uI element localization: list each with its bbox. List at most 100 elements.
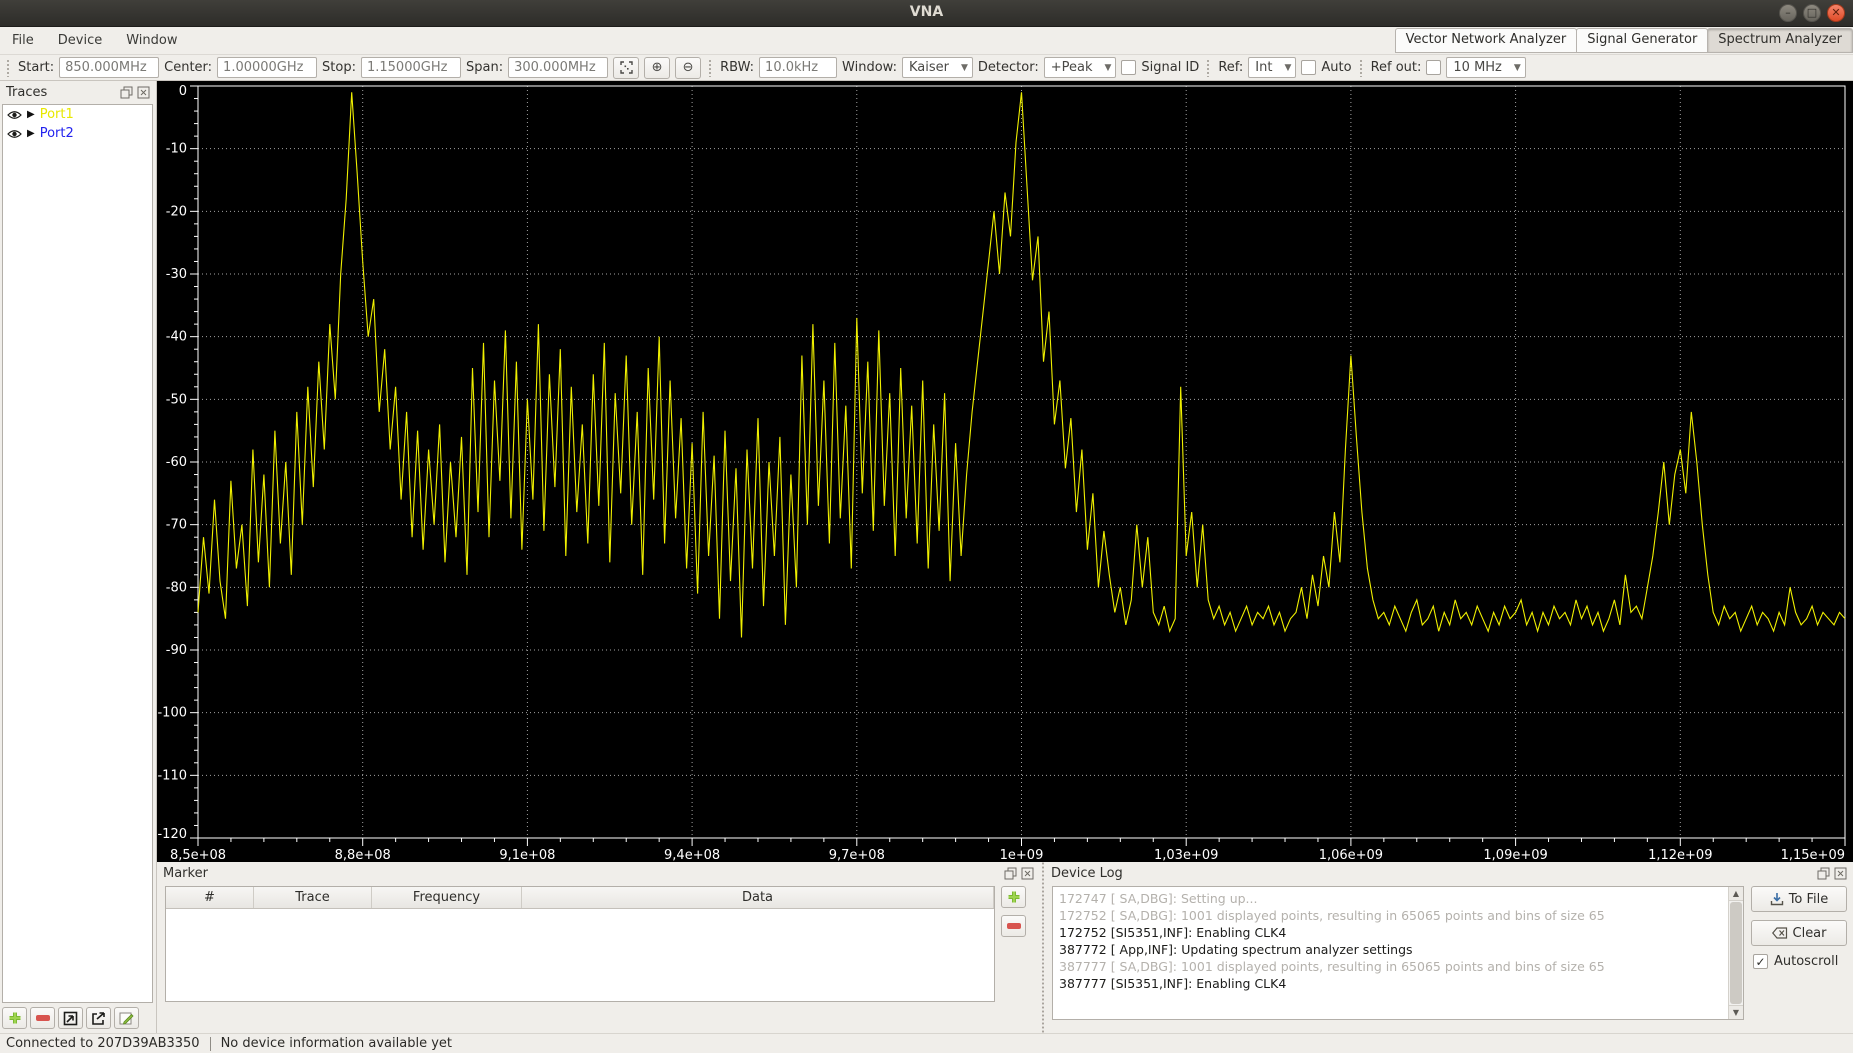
marker-panel: Marker # Trace Frequency Data — [157, 862, 1040, 1033]
pencil-icon — [119, 1012, 134, 1025]
close-panel-icon[interactable] — [1834, 867, 1847, 880]
y-axis-tick-label: -120 — [157, 827, 187, 842]
zoom-out-icon[interactable]: ⊖ — [675, 56, 702, 79]
device-log-header[interactable]: Device Log — [1045, 862, 1853, 884]
y-axis-tick-label: -100 — [157, 706, 187, 721]
trace-name: Port1 — [39, 107, 74, 122]
window-arrow-icon — [63, 1011, 78, 1025]
log-entry: 387772 [ App,INF]: Updating spectrum ana… — [1059, 942, 1413, 957]
marker-column-data[interactable]: Data — [522, 887, 994, 908]
marker-column-frequency[interactable]: Frequency — [372, 887, 522, 908]
minimize-icon[interactable]: – — [1779, 4, 1797, 22]
x-axis-tick-label: 1,12e+09 — [1648, 848, 1712, 862]
tab-spectrum-analyzer[interactable]: Spectrum Analyzer — [1707, 28, 1853, 53]
log-to-file-button[interactable]: To File — [1751, 886, 1847, 912]
tab-signal-generator[interactable]: Signal Generator — [1576, 28, 1709, 53]
toolbar-drag-handle[interactable] — [1358, 58, 1364, 77]
center-label: Center: — [164, 60, 213, 75]
menu-item-device[interactable]: Device — [46, 29, 114, 52]
status-separator — [209, 1036, 211, 1051]
device-info-status: No device information available yet — [220, 1036, 452, 1051]
log-entry: 387777 [ SA,DBG]: 1001 displayed points,… — [1059, 959, 1605, 974]
detector-select[interactable]: +Peak ▼ — [1043, 57, 1117, 78]
autoscroll-label: Autoscroll — [1774, 954, 1839, 969]
toolbar-drag-handle[interactable] — [6, 58, 11, 77]
device-log-panel: Device Log 172747 [ SA,DBG]: Setting up.… — [1045, 862, 1853, 1033]
window-label: Window: — [842, 60, 897, 75]
maximize-icon[interactable]: □ — [1803, 4, 1821, 22]
eye-icon[interactable] — [7, 110, 22, 120]
edit-trace-button[interactable] — [114, 1007, 139, 1029]
y-axis-tick-label: -70 — [166, 518, 187, 533]
spectrum-plot[interactable]: 0 -10 -20 -30 -40 -50 -60 -70 -80 -90 -100 -110 -120… — [157, 81, 1853, 863]
stop-label: Stop: — [322, 60, 356, 75]
vna-application-window: VNA – □ ✕ File Device Window Vector Networ… — [0, 0, 1853, 1053]
signal-id-checkbox[interactable] — [1121, 60, 1137, 75]
ref-out-freq-value: 10 MHz — [1453, 60, 1502, 75]
span-full-icon[interactable] — [613, 56, 640, 79]
device-log-list[interactable]: 172747 [ SA,DBG]: Setting up... 172752 [ … — [1052, 886, 1744, 1020]
menu-item-file[interactable]: File — [0, 29, 46, 52]
remove-trace-button[interactable] — [30, 1007, 55, 1029]
toolbar-drag-handle[interactable] — [1206, 58, 1212, 77]
float-panel-icon[interactable] — [1004, 867, 1017, 880]
x-axis-tick-label: 1,03e+09 — [1154, 848, 1218, 862]
float-panel-icon[interactable] — [120, 86, 133, 99]
x-axis-tick-label: 1e+09 — [1000, 848, 1044, 862]
tab-vector-network-analyzer[interactable]: Vector Network Analyzer — [1394, 28, 1578, 53]
marker-column-trace[interactable]: Trace — [254, 887, 372, 908]
close-icon[interactable]: ✕ — [1827, 4, 1845, 22]
span-input[interactable]: 300.000MHz — [508, 57, 609, 78]
menu-item-window[interactable]: Window — [114, 29, 189, 52]
marker-panel-header[interactable]: Marker — [157, 862, 1040, 884]
center-frequency-input[interactable]: 1.00000GHz — [217, 57, 318, 78]
export-trace-button[interactable] — [86, 1007, 111, 1029]
span-label: Span: — [465, 60, 504, 75]
scrollbar-thumb[interactable] — [1730, 902, 1742, 1004]
x-axis-tick-label: 8,8e+08 — [335, 848, 391, 862]
plus-icon — [9, 1012, 20, 1024]
trace-item-port1[interactable]: ▶ Port1 — [3, 105, 152, 124]
traces-panel-header[interactable]: Traces — [0, 81, 156, 103]
zoom-in-icon[interactable]: ⊕ — [644, 56, 671, 79]
plus-icon — [1008, 891, 1019, 903]
to-file-label: To File — [1788, 891, 1829, 907]
ref-out-checkbox[interactable] — [1426, 60, 1442, 75]
toolbar-drag-handle[interactable] — [708, 58, 714, 77]
remove-marker-button[interactable] — [1001, 915, 1026, 937]
log-entry: 387777 [SI5351,INF]: Enabling CLK4 — [1059, 976, 1287, 991]
log-scrollbar[interactable]: ▲ ▼ — [1728, 887, 1743, 1019]
add-trace-button[interactable] — [2, 1007, 27, 1029]
scroll-down-icon[interactable]: ▼ — [1729, 1005, 1743, 1019]
stop-frequency-input[interactable]: 1.15000GHz — [360, 57, 461, 78]
scroll-up-icon[interactable]: ▲ — [1729, 887, 1743, 901]
expander-triangle-icon[interactable]: ▶ — [27, 128, 35, 139]
export-icon — [92, 1011, 105, 1025]
float-panel-icon[interactable] — [1817, 867, 1830, 880]
ref-label: Ref: — [1218, 60, 1244, 75]
trace-item-port2[interactable]: ▶ Port2 — [3, 124, 152, 143]
y-axis-tick-label: -10 — [166, 142, 187, 157]
eye-icon[interactable] — [7, 129, 22, 139]
marker-table[interactable]: # Trace Frequency Data — [165, 886, 995, 1002]
add-marker-button[interactable] — [1001, 886, 1026, 908]
window-select[interactable]: Kaiser ▼ — [901, 57, 973, 78]
x-axis-tick-label: 8,5e+08 — [170, 848, 226, 862]
rbw-input[interactable]: 10.0kHz — [759, 57, 838, 78]
log-entry: 172752 [ SA,DBG]: 1001 displayed points,… — [1059, 908, 1605, 923]
minus-icon — [35, 1015, 50, 1021]
import-trace-button[interactable] — [58, 1007, 83, 1029]
ref-out-freq-select[interactable]: 10 MHz ▼ — [1446, 57, 1526, 78]
log-clear-button[interactable]: Clear — [1751, 920, 1847, 946]
start-frequency-input[interactable]: 850.000MHz — [59, 57, 160, 78]
ref-auto-checkbox[interactable] — [1301, 60, 1317, 75]
y-axis-tick-label: -60 — [166, 455, 187, 470]
close-panel-icon[interactable] — [1021, 867, 1034, 880]
connection-status: Connected to 207D39AB3350 — [6, 1036, 200, 1051]
ref-select[interactable]: Int ▼ — [1248, 57, 1297, 78]
marker-column-num[interactable]: # — [166, 887, 254, 908]
y-axis-tick-label: -30 — [166, 267, 187, 282]
autoscroll-checkbox[interactable]: ✓ — [1753, 954, 1768, 969]
expander-triangle-icon[interactable]: ▶ — [27, 109, 35, 120]
close-panel-icon[interactable] — [137, 86, 150, 99]
